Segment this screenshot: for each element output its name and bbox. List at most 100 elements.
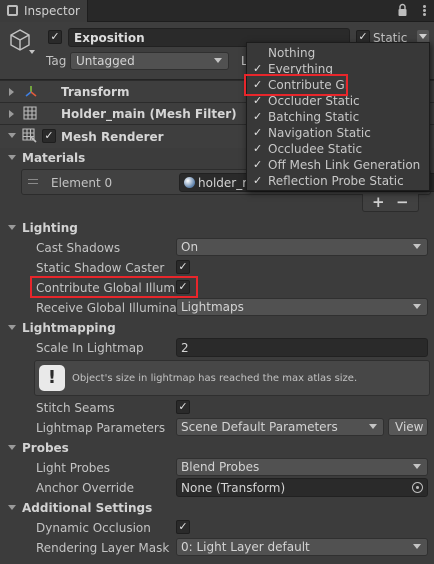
tag-value: Untagged: [76, 54, 135, 68]
additional-settings-foldout-icon[interactable]: [8, 505, 16, 510]
remove-element-button[interactable]: −: [396, 195, 409, 210]
warning-text: Object's size in lightmap has reached th…: [72, 373, 358, 384]
transform-icon: [23, 84, 39, 100]
tag-label: Tag: [46, 54, 67, 68]
static-menu-item[interactable]: ✓ Batching Static: [247, 109, 429, 125]
probes-foldout-icon[interactable]: [8, 445, 16, 450]
view-button-label: View: [395, 420, 424, 434]
tab-inspector[interactable]: Inspector: [0, 0, 88, 22]
rendering-layer-mask-dropdown[interactable]: 0: Light Layer default: [176, 538, 428, 556]
foldout-collapsed-icon[interactable]: [9, 88, 14, 96]
receive-gi-dropdown[interactable]: Lightmaps: [176, 298, 428, 316]
scale-in-lightmap-field[interactable]: 2: [176, 338, 428, 357]
object-picker-icon[interactable]: [412, 482, 423, 493]
gameobject-cube-icon[interactable]: [8, 28, 32, 52]
static-flags-menu: Nothing ✓ Everything ✓ Contribute GI ✓ O…: [244, 42, 430, 191]
foldout-collapsed-icon[interactable]: [9, 110, 14, 118]
chevron-down-icon: [369, 424, 377, 429]
light-probes-value: Blend Probes: [181, 460, 260, 474]
static-menu-item[interactable]: ✓ Navigation Static: [247, 125, 429, 141]
lightmap-size-warning: ! Object's size in lightmap has reached …: [34, 360, 430, 396]
contribute-gi-highlight: [30, 276, 198, 298]
inspector-icon: [7, 5, 18, 16]
scale-in-lightmap-label: Scale In Lightmap: [36, 341, 144, 355]
list-buttons: + −: [362, 194, 419, 212]
cast-shadows-label: Cast Shadows: [36, 241, 121, 255]
menu-check-icon: ✓: [253, 126, 263, 139]
menu-check-icon: ✓: [253, 110, 263, 123]
chevron-down-icon: [413, 544, 421, 549]
add-element-button[interactable]: +: [372, 195, 385, 210]
rendering-layer-mask-value: 0: Light Layer default: [181, 540, 310, 554]
view-button[interactable]: View: [388, 418, 428, 436]
anchor-override-value: None (Transform): [181, 481, 286, 495]
menu-item-label: Occluder Static: [268, 94, 360, 108]
static-menu-item[interactable]: Nothing: [247, 45, 429, 61]
static-menu-item[interactable]: ✓ Reflection Probe Static: [247, 173, 429, 189]
icon-dropdown-arrow-icon[interactable]: [29, 50, 35, 54]
static-shadow-caster-label: Static Shadow Caster: [36, 261, 165, 275]
anchor-override-field[interactable]: None (Transform): [176, 478, 428, 497]
cast-shadows-value: On: [181, 240, 199, 254]
tab-title: Inspector: [24, 4, 80, 18]
static-menu-item[interactable]: ✓ Occludee Static: [247, 141, 429, 157]
tag-dropdown[interactable]: Untagged: [70, 52, 229, 70]
element0-label: Element 0: [51, 176, 113, 190]
rendering-layer-mask-label: Rendering Layer Mask: [36, 541, 170, 555]
lighting-header: Lighting: [22, 221, 78, 235]
menu-check-icon: ✓: [253, 142, 263, 155]
static-menu-item[interactable]: ✓ Off Mesh Link Generation: [247, 157, 429, 173]
dynamic-occlusion-label: Dynamic Occlusion: [36, 521, 151, 535]
gameobject-name: Exposition: [74, 31, 145, 45]
component-title: Holder_main (Mesh Filter): [61, 107, 237, 121]
lock-icon[interactable]: [397, 3, 408, 17]
menu-item-label: Occludee Static: [268, 142, 363, 156]
lighting-foldout-icon[interactable]: [8, 225, 16, 230]
lightmap-parameters-label: Lightmap Parameters: [36, 421, 166, 435]
chevron-down-icon: [214, 58, 222, 63]
contribute-gi-menu-highlight: [244, 74, 348, 96]
stitch-seams-checkbox[interactable]: ✓: [176, 400, 190, 414]
menu-check-icon: ✓: [253, 174, 263, 187]
chevron-down-icon: [413, 464, 421, 469]
component-title: Mesh Renderer: [61, 130, 164, 144]
menu-item-label: Batching Static: [268, 110, 360, 124]
chevron-down-icon: [413, 244, 421, 249]
warning-icon: !: [39, 365, 65, 391]
anchor-override-label: Anchor Override: [36, 481, 135, 495]
additional-settings-header: Additional Settings: [22, 501, 153, 515]
light-probes-dropdown[interactable]: Blend Probes: [176, 458, 428, 476]
materials-header: Materials: [22, 151, 86, 165]
menu-check-icon: ✓: [253, 158, 263, 171]
menu-item-label: Nothing: [268, 46, 316, 60]
dynamic-occlusion-checkbox[interactable]: ✓: [176, 520, 190, 534]
mesh-filter-icon: [23, 106, 37, 120]
chevron-down-icon: [419, 34, 427, 39]
lightmapping-foldout-icon[interactable]: [8, 325, 16, 330]
chevron-down-icon: [413, 304, 421, 309]
light-probes-label: Light Probes: [36, 461, 111, 475]
static-shadow-caster-checkbox[interactable]: ✓: [176, 260, 190, 274]
foldout-expanded-icon[interactable]: [8, 133, 16, 138]
probes-header: Probes: [22, 441, 69, 455]
drag-handle-icon[interactable]: [28, 179, 38, 184]
stitch-seams-label: Stitch Seams: [36, 401, 115, 415]
active-checkbox[interactable]: ✓: [48, 30, 62, 44]
menu-item-label: Navigation Static: [268, 126, 371, 140]
mesh-renderer-enabled-checkbox[interactable]: ✓: [42, 129, 56, 143]
receive-gi-label: Receive Global Illuminati: [36, 301, 185, 315]
component-title: Transform: [61, 85, 130, 99]
scale-in-lightmap-value: 2: [181, 341, 189, 355]
menu-item-label: Off Mesh Link Generation: [268, 158, 421, 172]
material-sphere-icon: [184, 177, 195, 188]
materials-foldout-icon[interactable]: [8, 155, 16, 160]
lightmap-parameters-dropdown[interactable]: Scene Default Parameters: [176, 418, 384, 436]
menu-item-label: Reflection Probe Static: [268, 174, 404, 188]
lightmapping-header: Lightmapping: [22, 321, 116, 335]
window-menu-icon[interactable]: [423, 5, 426, 17]
receive-gi-value: Lightmaps: [181, 300, 244, 314]
lightmap-parameters-value: Scene Default Parameters: [181, 420, 338, 434]
window-titlebar: Inspector: [0, 0, 434, 22]
cast-shadows-dropdown[interactable]: On: [176, 238, 428, 256]
mesh-renderer-icon: [22, 128, 37, 143]
